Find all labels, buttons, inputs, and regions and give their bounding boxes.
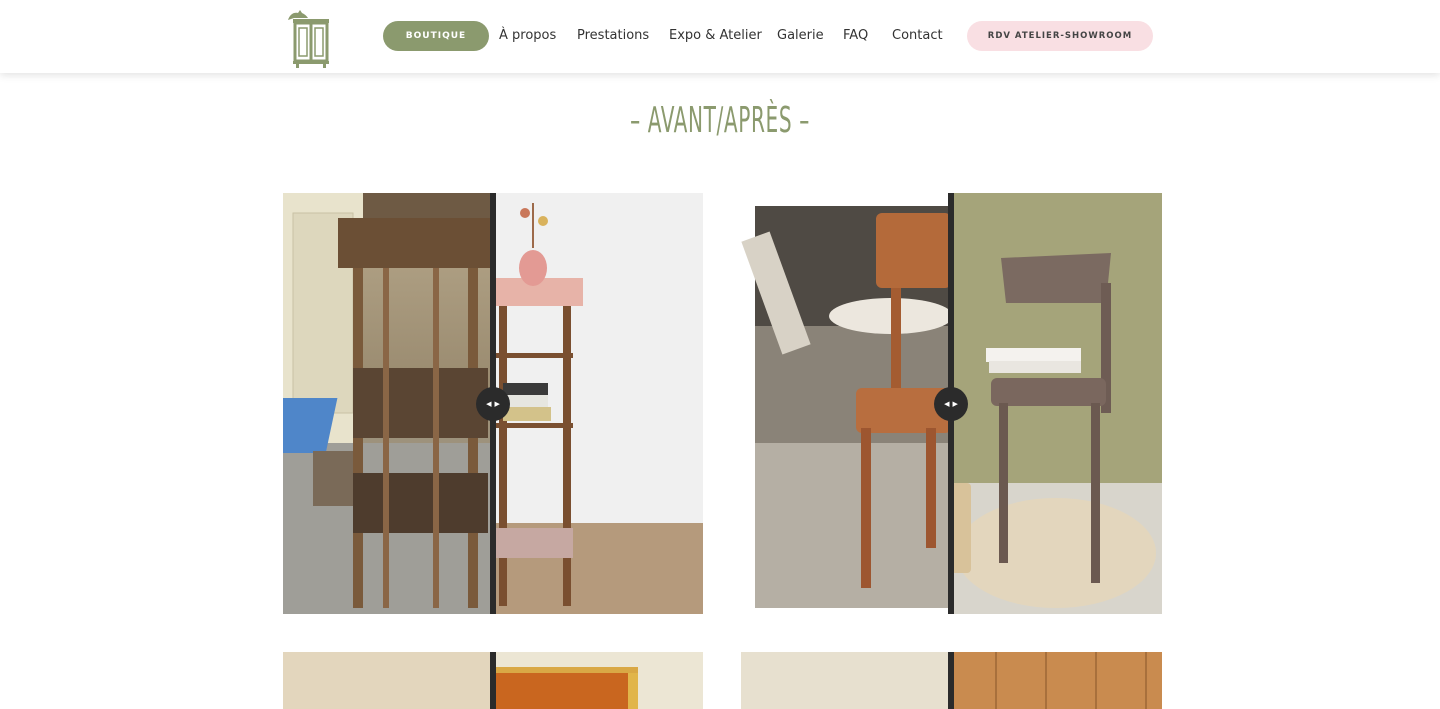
after-image bbox=[493, 193, 703, 614]
before-after-slider-1[interactable]: ◀ ▶ bbox=[283, 193, 703, 614]
nav-link-galerie[interactable]: Galerie bbox=[777, 27, 824, 45]
after-image bbox=[493, 652, 703, 709]
logo-icon[interactable] bbox=[284, 6, 338, 68]
nav-link-expo-atelier[interactable]: Expo & Atelier bbox=[669, 27, 762, 45]
nav-link-contact[interactable]: Contact bbox=[892, 27, 943, 45]
rdv-atelier-showroom-button[interactable]: RDV ATELIER-SHOWROOM bbox=[967, 21, 1153, 51]
before-after-slider-3[interactable] bbox=[283, 652, 703, 709]
before-image bbox=[741, 652, 951, 709]
nav-link-faq[interactable]: FAQ bbox=[843, 27, 868, 45]
nav-link-prestations[interactable]: Prestations bbox=[577, 27, 649, 45]
boutique-button[interactable]: BOUTIQUE bbox=[383, 21, 489, 51]
before-image bbox=[283, 193, 493, 614]
section-title: – AVANT/APRÈS – bbox=[630, 100, 810, 141]
left-right-arrows-icon[interactable]: ◀ ▶ bbox=[934, 387, 968, 421]
compare-divider[interactable] bbox=[490, 652, 496, 709]
nav-link-a-propos[interactable]: À propos bbox=[499, 27, 556, 45]
before-image bbox=[741, 193, 951, 614]
site-header: BOUTIQUE À propos Prestations Expo & Ate… bbox=[0, 0, 1440, 73]
before-after-slider-2[interactable]: ◀ ▶ bbox=[741, 193, 1162, 614]
before-after-slider-4[interactable] bbox=[741, 652, 1162, 709]
before-image bbox=[283, 652, 493, 709]
after-image bbox=[951, 193, 1162, 614]
compare-divider[interactable] bbox=[948, 652, 954, 709]
after-image bbox=[951, 652, 1162, 709]
left-right-arrows-icon[interactable]: ◀ ▶ bbox=[476, 387, 510, 421]
